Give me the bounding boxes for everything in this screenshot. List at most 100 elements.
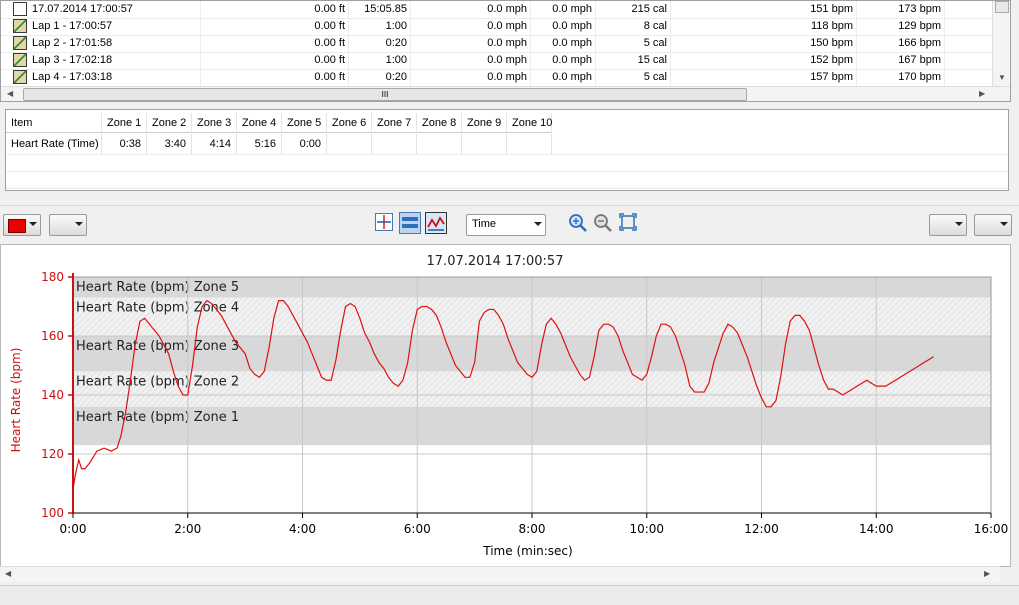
x-tick-label: 2:00 <box>174 522 201 536</box>
lap-cell-max-hr: 170 bpm <box>857 69 945 86</box>
lap-cell-avg-hr: 151 bpm <box>771 1 857 18</box>
zone-label: Heart Rate (bpm) Zone 1 <box>76 410 239 425</box>
zoom-out-icon[interactable] <box>593 213 613 233</box>
zones-value-cell <box>372 134 417 154</box>
lap-cell-calories: 15 cal <box>596 52 671 69</box>
y-tick-label: 140 <box>41 388 64 402</box>
y-tick-label: 120 <box>41 447 64 461</box>
lap-cell-max-hr: 166 bpm <box>857 35 945 52</box>
lap-row[interactable]: Lap 2 - 17:01:58 0.00 ft 0:20 0.0 mph 0.0 mp… <box>1 35 993 53</box>
zones-header-cell[interactable]: Zone 8 <box>417 113 462 133</box>
zones-value-cell: 3:40 <box>147 134 192 154</box>
zones-header-cell[interactable]: Zone 7 <box>372 113 417 133</box>
x-tick-label: 4:00 <box>289 522 316 536</box>
lap-cell-avg-speed: 0.0 mph <box>531 18 596 35</box>
y-tick-label: 180 <box>41 270 64 284</box>
row-divider <box>6 188 1008 189</box>
laps-vertical-scrollbar[interactable]: ▲ ▼ <box>992 1 1010 87</box>
scroll-left-icon[interactable]: ◀ <box>5 569 11 579</box>
zones-header-cell[interactable]: Zone 2 <box>147 113 192 133</box>
scroll-thumb[interactable]: III <box>23 88 747 101</box>
x-tick-label: 14:00 <box>859 522 894 536</box>
zones-value-cell: 0:38 <box>102 134 147 154</box>
color-swatch <box>8 219 26 233</box>
zones-value-cell <box>417 134 462 154</box>
chart-panel[interactable]: 17.07.2014 17:00:57 Heart Rate (bpm) Zon… <box>0 244 1011 567</box>
zones-value-cell: 0:00 <box>282 134 327 154</box>
lap-cell-avg-hr: 150 bpm <box>771 35 857 52</box>
chart-horizontal-scrollbar[interactable]: ◀ ▶ <box>0 566 1000 582</box>
lap-cell-calories: 8 cal <box>596 18 671 35</box>
lap-cell-calories: 5 cal <box>596 69 671 86</box>
lap-cell-max-hr: 167 bpm <box>857 52 945 69</box>
lap-cell-speed: 0.0 mph <box>411 35 531 52</box>
lap-cell-time: 1:00 <box>349 18 411 35</box>
zoom-in-icon[interactable] <box>568 213 588 233</box>
zones-value-cell: 4:14 <box>192 134 237 154</box>
zones-header-cell[interactable]: Zone 4 <box>237 113 282 133</box>
laps-horizontal-scrollbar[interactable]: ◀ III ▶ <box>1 86 1010 101</box>
x-tick-label: 0:00 <box>60 522 87 536</box>
row-divider <box>6 154 1008 155</box>
x-tick-label: 8:00 <box>519 522 546 536</box>
lap-row[interactable]: Lap 4 - 17:03:18 0.00 ft 0:20 0.0 mph 0.0 mp… <box>1 69 993 87</box>
lap-cell-name: 17.07.2014 17:00:57 <box>29 1 201 18</box>
zone-label: Heart Rate (bpm) Zone 2 <box>76 374 239 389</box>
zones-header-cell[interactable]: Zone 3 <box>192 113 237 133</box>
zones-value-cell <box>462 134 507 154</box>
x-tick-label: 12:00 <box>744 522 779 536</box>
lap-cell-avg-speed: 0.0 mph <box>531 35 596 52</box>
zones-value-cell <box>327 134 372 154</box>
x-tick-label: 6:00 <box>404 522 431 536</box>
lap-cell-speed: 0.0 mph <box>411 52 531 69</box>
chevron-down-icon <box>534 222 542 226</box>
lap-cell-distance: 0.00 ft <box>201 69 349 86</box>
lap-cell-name: Lap 3 - 17:02:18 <box>29 52 201 69</box>
lap-row[interactable]: Lap 3 - 17:02:18 0.00 ft 1:00 0.0 mph 0.0 mp… <box>1 52 993 70</box>
color-picker-button[interactable] <box>3 214 41 236</box>
lap-cell-avg-speed: 0.0 mph <box>531 1 596 18</box>
scroll-grip: III <box>381 90 389 99</box>
lap-cell-distance: 0.00 ft <box>201 1 349 18</box>
lap-cell-speed: 0.0 mph <box>411 69 531 86</box>
y-tick-label: 100 <box>41 506 64 520</box>
zones-header-cell[interactable]: Zone 6 <box>327 113 372 133</box>
x-axis-title: Time (min:sec) <box>482 544 572 558</box>
scroll-right-icon[interactable]: ▶ <box>984 569 990 579</box>
lap-row[interactable]: 17.07.2014 17:00:57 0.00 ft 15:05.85 0.0 mp… <box>1 1 993 19</box>
right-dropdown-1[interactable] <box>929 214 967 236</box>
lap-cell-calories: 215 cal <box>596 1 671 18</box>
heart-rate-chart[interactable]: 17.07.2014 17:00:57 Heart Rate (bpm) Zon… <box>1 245 1010 566</box>
lap-cell-calories: 5 cal <box>596 35 671 52</box>
chevron-down-icon <box>75 222 83 226</box>
crosshair-icon[interactable] <box>374 212 394 232</box>
lap-icon <box>13 36 27 50</box>
zone-label: Heart Rate (bpm) Zone 3 <box>76 339 239 354</box>
line-chart-icon[interactable] <box>425 212 447 234</box>
zones-header-cell[interactable]: Item <box>6 113 102 133</box>
right-dropdown-2[interactable] <box>974 214 1012 236</box>
fit-icon[interactable] <box>619 213 637 231</box>
lap-cell-speed: 0.0 mph <box>411 18 531 35</box>
lap-cell-max-hr: 173 bpm <box>857 1 945 18</box>
y-axis-title: Heart Rate (bpm) <box>9 348 23 453</box>
lap-cell-time: 0:20 <box>349 35 411 52</box>
zones-header-cell[interactable]: Zone 1 <box>102 113 147 133</box>
fill-chart-icon[interactable] <box>399 212 421 234</box>
lap-row[interactable]: Lap 1 - 17:00:57 0.00 ft 1:00 0.0 mph 0.0 mp… <box>1 18 993 36</box>
zones-header-cell[interactable]: Zone 5 <box>282 113 327 133</box>
scroll-thumb[interactable] <box>995 1 1009 13</box>
lap-cell-max-hr: 129 bpm <box>857 18 945 35</box>
zones-row-label: Heart Rate (Time) <box>6 134 102 154</box>
zones-header-cell[interactable]: Zone 10 <box>507 113 552 133</box>
scroll-down-icon[interactable]: ▼ <box>998 73 1006 83</box>
zones-table[interactable]: Item Zone 1 Zone 2 Zone 3 Zone 4 Zone 5 Zone 6… <box>5 109 1009 191</box>
scroll-right-icon[interactable]: ▶ <box>979 89 985 99</box>
laps-table[interactable]: 17.07.2014 17:00:57 0.00 ft 15:05.85 0.0 mp… <box>0 0 1011 102</box>
scroll-left-icon[interactable]: ◀ <box>7 89 13 99</box>
lap-cell-time: 15:05.85 <box>349 1 411 18</box>
x-axis-select[interactable]: Time <box>466 214 546 236</box>
lap-cell-name: Lap 4 - 17:03:18 <box>29 69 201 86</box>
options-dropdown-button[interactable] <box>49 214 87 236</box>
zones-header-cell[interactable]: Zone 9 <box>462 113 507 133</box>
